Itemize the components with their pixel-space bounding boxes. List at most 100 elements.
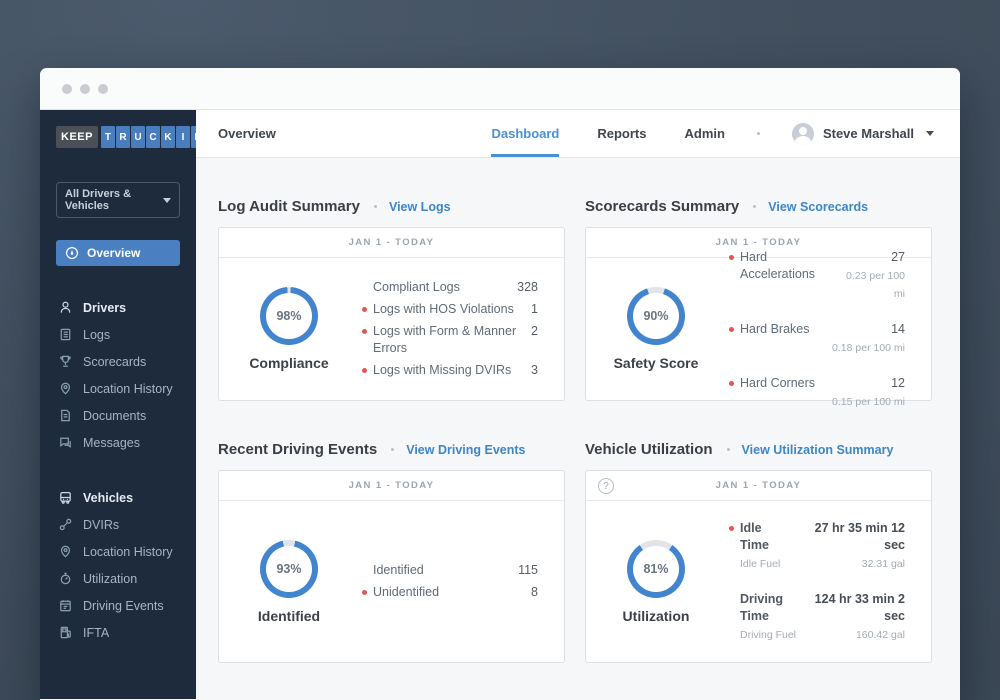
utilization-card: ? JAN 1 - TODAY 81% Utilization: [585, 470, 932, 663]
overview-gauge-icon: [65, 246, 79, 260]
help-icon[interactable]: ?: [598, 478, 614, 494]
date-range-label: JAN 1 - TODAY: [716, 237, 802, 248]
stat-row: Hard Corners 120.15 per 100 mi: [740, 375, 905, 410]
chevron-down-icon: [926, 131, 934, 136]
sidebar-item-scorecards[interactable]: Scorecards: [56, 348, 180, 375]
sidebar-item-label: Driving Events: [83, 599, 164, 613]
sidebar-item-label: Logs: [83, 328, 110, 342]
logo-letter-box: U: [131, 126, 145, 148]
window-control-minimize-icon[interactable]: [80, 84, 90, 94]
sidebar-item-label: Scorecards: [83, 355, 146, 369]
date-range-label: JAN 1 - TODAY: [349, 237, 435, 248]
avatar: [792, 123, 814, 145]
stat-row: Compliant Logs 328: [373, 279, 538, 296]
calendar-icon: [58, 598, 73, 613]
sidebar-item-logs[interactable]: Logs: [56, 321, 180, 348]
sidebar-group-drivers: Drivers Logs Scorecards Location History: [56, 294, 180, 456]
sidebar-item-label: Utilization: [83, 572, 137, 586]
sidebar-item-label: Vehicles: [83, 491, 133, 505]
red-bullet-icon: [729, 327, 734, 332]
dot-separator: [374, 205, 377, 208]
app-window: KEEP TRUCKIN All Drivers & Vehicles Over…: [40, 68, 960, 700]
scorecards-card: JAN 1 - TODAY 90% Safety Score: [585, 227, 932, 401]
logo-letter-box: I: [176, 126, 190, 148]
section-scorecards-summary: Scorecards Summary View Scorecards JAN 1…: [585, 198, 932, 401]
truck-icon: [58, 490, 73, 505]
red-bullet-icon: [729, 526, 734, 531]
keeptruckin-logo: KEEP TRUCKIN: [56, 126, 180, 148]
sidebar-item-dvirs[interactable]: DVIRs: [56, 511, 180, 538]
stat-row: Hard Accelerations 270.23 per 100 mi: [740, 249, 905, 302]
sidebar-item-label: Location History: [83, 382, 173, 396]
user-menu[interactable]: Steve Marshall: [792, 110, 934, 157]
logo-letter-box: C: [146, 126, 160, 148]
tab-dashboard[interactable]: Dashboard: [491, 110, 559, 157]
red-bullet-icon: [362, 307, 367, 312]
logo-letter-box: T: [101, 126, 115, 148]
page-title: Overview: [218, 110, 276, 157]
section-title: Recent Driving Events: [218, 441, 377, 458]
sidebar-item-ifta[interactable]: IFTA: [56, 619, 180, 646]
donut-percent: 98%: [266, 293, 312, 339]
sidebar-item-utilization[interactable]: Utilization: [56, 565, 180, 592]
stat-row: Logs with Missing DVIRs 3: [373, 362, 538, 379]
dashboard-content: Log Audit Summary View Logs JAN 1 - TODA…: [196, 158, 960, 663]
view-utilization-summary-link[interactable]: View Utilization Summary: [742, 443, 894, 457]
tab-admin[interactable]: Admin: [685, 110, 725, 157]
window-control-close-icon[interactable]: [62, 84, 72, 94]
sidebar-item-location-history-drivers[interactable]: Location History: [56, 375, 180, 402]
sidebar: KEEP TRUCKIN All Drivers & Vehicles Over…: [40, 110, 196, 699]
sidebar-item-label: Overview: [87, 246, 140, 260]
view-scorecards-link[interactable]: View Scorecards: [768, 200, 868, 214]
sidebar-item-drivers[interactable]: Drivers: [56, 294, 180, 321]
filter-label: All Drivers & Vehicles: [65, 188, 163, 212]
stat-row: Unidentified 8: [373, 584, 538, 601]
document-icon: [58, 408, 73, 423]
date-range-label: JAN 1 - TODAY: [716, 480, 802, 491]
donut-percent: 81%: [633, 546, 679, 592]
sidebar-item-label: Location History: [83, 545, 173, 559]
sidebar-item-label: DVIRs: [83, 518, 119, 532]
drivers-vehicles-filter-dropdown[interactable]: All Drivers & Vehicles: [56, 182, 180, 218]
driving-events-card: JAN 1 - TODAY 93% Identified: [218, 470, 565, 663]
location-pin-icon: [58, 544, 73, 559]
logo-keep-box: KEEP: [56, 126, 98, 148]
sidebar-item-label: IFTA: [83, 626, 109, 640]
donut-label: Safety Score: [614, 355, 699, 371]
sidebar-item-location-history-vehicles[interactable]: Location History: [56, 538, 180, 565]
dot-separator: [727, 448, 730, 451]
main-area: Overview Dashboard Reports Admin Steve M…: [196, 110, 960, 699]
red-bullet-icon: [729, 255, 734, 260]
red-bullet-icon: [362, 590, 367, 595]
sidebar-item-label: Drivers: [83, 301, 126, 315]
sidebar-item-documents[interactable]: Documents: [56, 402, 180, 429]
donut-percent: 90%: [633, 293, 679, 339]
primary-tabs: Dashboard Reports Admin: [491, 110, 724, 157]
section-vehicle-utilization: Vehicle Utilization View Utilization Sum…: [585, 441, 932, 663]
sidebar-item-messages[interactable]: Messages: [56, 429, 180, 456]
location-pin-icon: [58, 381, 73, 396]
tab-reports[interactable]: Reports: [597, 110, 646, 157]
stat-row: Idle TimeIdle Fuel 27 hr 35 min 12 sec32…: [740, 520, 905, 572]
donut-label: Utilization: [623, 608, 690, 624]
stat-row: Identified 115: [373, 562, 538, 579]
sidebar-item-label: Documents: [83, 409, 146, 423]
stopwatch-icon: [58, 571, 73, 586]
sidebar-item-driving-events[interactable]: Driving Events: [56, 592, 180, 619]
wrench-icon: [58, 517, 73, 532]
donut-percent: 93%: [266, 546, 312, 592]
view-driving-events-link[interactable]: View Driving Events: [406, 443, 525, 457]
stat-row: Logs with HOS Violations 1: [373, 301, 538, 318]
compliance-donut-chart: 98%: [260, 287, 318, 345]
view-logs-link[interactable]: View Logs: [389, 200, 451, 214]
window-titlebar: [40, 68, 960, 110]
date-range-label: JAN 1 - TODAY: [349, 480, 435, 491]
log-audit-card: JAN 1 - TODAY 98% Compliance: [218, 227, 565, 401]
sidebar-item-vehicles[interactable]: Vehicles: [56, 484, 180, 511]
window-control-zoom-icon[interactable]: [98, 84, 108, 94]
red-bullet-icon: [729, 381, 734, 386]
logo-truckin-letters: TRUCKIN: [100, 126, 205, 148]
log-book-icon: [58, 327, 73, 342]
topbar: Overview Dashboard Reports Admin Steve M…: [196, 110, 960, 158]
sidebar-item-overview[interactable]: Overview: [56, 240, 180, 266]
